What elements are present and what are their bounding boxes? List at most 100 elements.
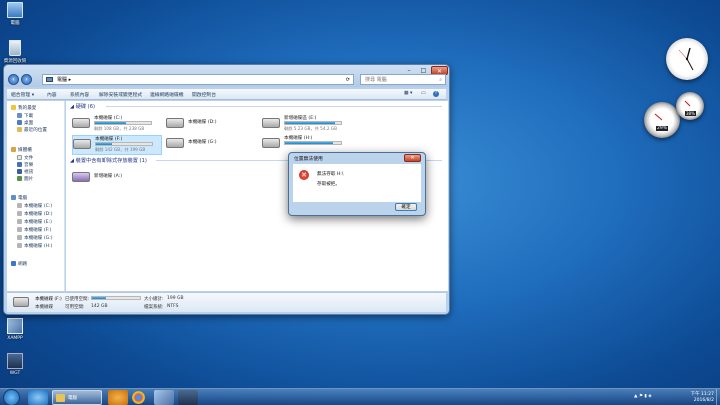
- forward-button[interactable]: ›: [21, 74, 32, 85]
- group-divider: [106, 106, 442, 107]
- dialog-message: 無法存取 H:\: [317, 172, 344, 177]
- sidebar-item-label: 桌面: [24, 121, 34, 126]
- back-button[interactable]: ‹: [8, 74, 19, 85]
- taskbar-media-player-icon[interactable]: [108, 390, 128, 405]
- hard-drive-icon: [166, 118, 184, 128]
- taskbar-app-icon[interactable]: [178, 390, 198, 405]
- drive-info: 剩餘 108 GB，共 238 GB: [94, 126, 145, 131]
- sidebar-item-pictures[interactable]: 圖片: [17, 176, 33, 182]
- desktop-icon-xampp[interactable]: XAMPP: [0, 318, 30, 341]
- sidebar-item-recent[interactable]: 最近的位置: [17, 127, 47, 133]
- memory-meter-gadget[interactable]: 38%: [676, 92, 704, 120]
- computer-icon: [11, 195, 16, 200]
- chevron-icon: ▸: [68, 77, 72, 83]
- sidebar-item-label: 我的最愛: [18, 106, 37, 111]
- control-panel-button[interactable]: 開啟控制台: [192, 91, 216, 98]
- sidebar-item-drive-g[interactable]: 本機磁碟 (G:): [17, 235, 53, 241]
- drive-c[interactable]: 本機磁碟 (C:) 剩餘 108 GB，共 238 GB: [72, 115, 162, 135]
- taskbar-chrome-icon[interactable]: [132, 391, 145, 404]
- command-bar: 組合管理 ▾ 內容 系統內容 解除安裝或變更程式 連線網路磁碟機 開啟控制台 ▦…: [7, 89, 446, 100]
- desktop-icon-wgt[interactable]: WGT: [0, 353, 30, 376]
- cpu-meter-gadget[interactable]: 29%: [644, 102, 680, 138]
- taskbar: 電腦 ▲ ⚑ ▮ ◈ 下午 11:27 2016/8/2: [0, 388, 720, 405]
- sidebar-item-label: 本機磁碟 (H:): [24, 244, 53, 249]
- title-bar: – □ ✕ ‹ › 電腦 ▸ ⟳ 搜尋 電腦 ⌕: [4, 65, 449, 87]
- removable-group-header[interactable]: ◢ 裝置中含有卸除式存放裝置 (1): [70, 157, 147, 164]
- preview-pane-icon[interactable]: ▭: [421, 91, 426, 96]
- desktop-icon-label: WGT: [9, 371, 21, 376]
- sidebar-item-desktop[interactable]: 桌面: [17, 120, 33, 126]
- clock-face-icon: [678, 47, 694, 71]
- taskbar-ie-icon[interactable]: [28, 390, 48, 405]
- sidebar-item-documents[interactable]: 文件: [17, 155, 33, 161]
- sidebar-item-videos[interactable]: 視訊: [17, 169, 33, 175]
- tray-icons[interactable]: ▲ ⚑ ▮ ◈: [634, 394, 652, 399]
- drive-name: 新增磁碟 (A:): [94, 174, 123, 179]
- show-desktop-button[interactable]: [716, 389, 720, 405]
- clock-date[interactable]: 2016/8/2: [694, 398, 714, 403]
- address-bar[interactable]: 電腦 ▸ ⟳: [42, 74, 354, 85]
- sidebar-item-label: 本機磁碟 (G:): [24, 236, 53, 241]
- taskbar-xampp-icon[interactable]: [154, 390, 174, 405]
- sidebar-item-drive-d[interactable]: 本機磁碟 (D:): [17, 211, 53, 217]
- pictures-icon: [17, 176, 22, 181]
- dialog-close-button[interactable]: ✕: [404, 154, 421, 162]
- sidebar-item-drive-c[interactable]: 本機磁碟 (C:): [17, 203, 52, 209]
- error-dialog: 位置無法使用 ✕ ✕ 無法存取 H:\ 存取被拒。 確定: [288, 152, 426, 216]
- sidebar-item-label: 本機磁碟 (C:): [24, 204, 53, 209]
- sidebar-item-drive-h[interactable]: 本機磁碟 (H:): [17, 243, 52, 249]
- hdd-group-header[interactable]: ◢ 硬碟 (6): [70, 103, 95, 110]
- drive-g[interactable]: 本機磁碟 (G:): [166, 135, 256, 155]
- usage-fill: [92, 297, 106, 299]
- drive-icon: [17, 219, 22, 224]
- usage-bar: [284, 121, 342, 125]
- drive-d[interactable]: 本機磁碟 (D:): [166, 115, 256, 135]
- drive-icon: [17, 235, 22, 240]
- help-icon[interactable]: ?: [433, 91, 439, 97]
- sidebar-item-downloads[interactable]: 下載: [17, 113, 33, 119]
- map-network-drive-button[interactable]: 連線網路磁碟機: [150, 91, 184, 98]
- hard-drive-icon: [72, 118, 90, 128]
- library-icon: [11, 147, 16, 152]
- properties-button[interactable]: 內容: [47, 91, 57, 98]
- refresh-icon[interactable]: ⟳: [346, 75, 350, 85]
- sidebar-item-drive-f[interactable]: 本機磁碟 (F:): [17, 227, 51, 233]
- clock-gadget[interactable]: [666, 38, 708, 80]
- drive-name: 本機磁碟 (G:): [188, 140, 217, 145]
- app-icon: [7, 353, 23, 369]
- sidebar-item-label: 網路: [18, 262, 28, 267]
- usage-bar: [284, 141, 342, 145]
- sidebar-computer[interactable]: 電腦: [11, 195, 27, 201]
- taskbar-explorer-label: 電腦: [68, 396, 77, 401]
- free-label: 可用空間:: [65, 305, 85, 310]
- search-input[interactable]: 搜尋 電腦 ⌕: [360, 74, 446, 85]
- usage-fill: [285, 122, 336, 124]
- drive-f[interactable]: 本機磁碟 (F:) 剩餘 142 GB，共 199 GB: [72, 135, 162, 155]
- clock-time[interactable]: 下午 11:27: [691, 391, 714, 397]
- details-type: 本機磁碟: [35, 305, 53, 310]
- video-icon: [17, 169, 22, 174]
- desktop-icon-recycle-bin[interactable]: 資源回收筒: [0, 40, 30, 64]
- organize-menu[interactable]: 組合管理 ▾: [11, 91, 34, 98]
- taskbar-explorer-icon[interactable]: 電腦: [52, 390, 102, 405]
- start-button[interactable]: [3, 389, 20, 405]
- sidebar-libraries[interactable]: 媒體櫃: [11, 147, 32, 153]
- hard-drive-icon: [13, 297, 29, 307]
- ok-button[interactable]: 確定: [395, 203, 417, 211]
- drive-e[interactable]: 新增磁碟區 (E:) 剩餘 5.23 GB，共 54.2 GB: [262, 115, 352, 135]
- used-label: 已使用空間:: [65, 297, 90, 302]
- gauge-icon: [684, 100, 691, 107]
- gauge-icon: [654, 113, 663, 121]
- view-options-icon[interactable]: ▦ ▾: [404, 91, 412, 96]
- sidebar-item-drive-e[interactable]: 本機磁碟 (E:): [17, 219, 52, 225]
- sidebar-item-music[interactable]: 音樂: [17, 162, 33, 168]
- drive-a[interactable]: 新增磁碟 (A:): [72, 169, 162, 189]
- desktop-icon-computer[interactable]: 電腦: [0, 2, 30, 26]
- sidebar-network[interactable]: 網路: [11, 261, 27, 267]
- uninstall-button[interactable]: 解除安裝或變更程式: [99, 91, 142, 98]
- sidebar-favorites[interactable]: 我的最愛: [11, 105, 36, 111]
- system-properties-button[interactable]: 系統內容: [70, 91, 89, 98]
- optical-drive-icon: [72, 172, 90, 182]
- drive-info: 剩餘 5.23 GB，共 54.2 GB: [284, 126, 337, 131]
- drive-icon: [17, 227, 22, 232]
